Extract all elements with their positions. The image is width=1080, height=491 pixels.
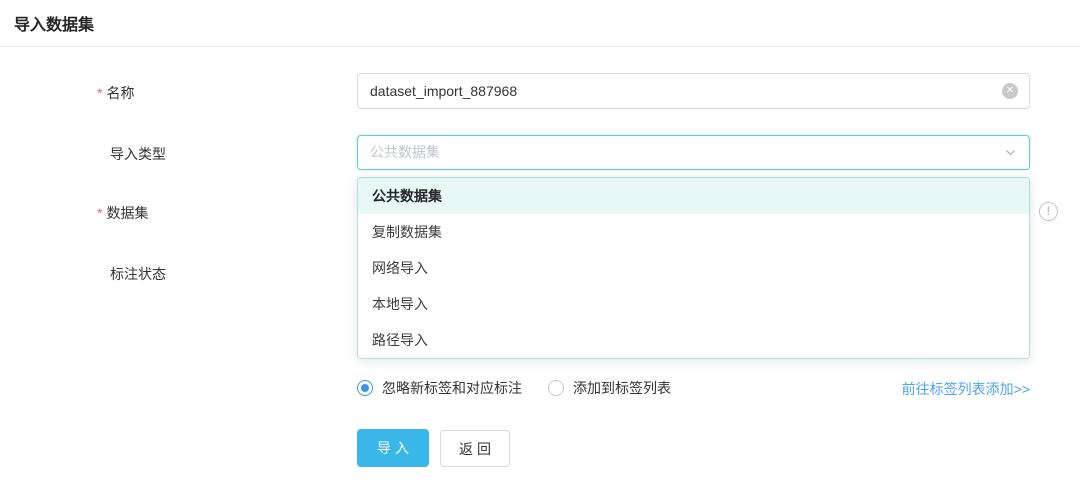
radio-ignore-new-labels[interactable]: 忽略新标签和对应标注 bbox=[357, 378, 522, 398]
clear-input-icon[interactable]: ✕ bbox=[1002, 83, 1018, 99]
import-button[interactable]: 导入 bbox=[357, 429, 429, 467]
dropdown-option-network-import[interactable]: 网络导入 bbox=[358, 250, 1029, 286]
import-type-field-label: 导入类型 bbox=[110, 144, 166, 164]
label-strategy-radio-group: 忽略新标签和对应标注 添加到标签列表 bbox=[357, 378, 697, 398]
radio-add-to-label-list[interactable]: 添加到标签列表 bbox=[548, 378, 671, 398]
back-button[interactable]: 返回 bbox=[440, 430, 510, 467]
name-field-label: *名称 bbox=[97, 83, 134, 103]
dataset-label-text: 数据集 bbox=[106, 205, 148, 221]
chevron-down-icon bbox=[1005, 147, 1016, 158]
required-asterisk: * bbox=[97, 205, 102, 221]
goto-label-list-link[interactable]: 前往标签列表添加>> bbox=[902, 379, 1030, 399]
radio-selected-icon bbox=[357, 380, 373, 396]
dataset-field-label: *数据集 bbox=[97, 203, 148, 223]
annotation-status-field-label: 标注状态 bbox=[110, 264, 166, 284]
radio-unselected-icon bbox=[548, 380, 564, 396]
import-type-label-text: 导入类型 bbox=[110, 146, 166, 162]
import-type-placeholder: 公共数据集 bbox=[370, 136, 440, 169]
name-label-text: 名称 bbox=[106, 85, 134, 101]
import-dataset-page: 导入数据集 *名称 ✕ 导入类型 公共数据集 *数据集 ! 标注状态 公共数据集… bbox=[0, 0, 1080, 491]
dropdown-option-path-import[interactable]: 路径导入 bbox=[358, 322, 1029, 358]
header-divider bbox=[0, 46, 1080, 47]
info-icon[interactable]: ! bbox=[1039, 202, 1058, 221]
dropdown-option-local-import[interactable]: 本地导入 bbox=[358, 286, 1029, 322]
radio-ignore-new-labels-label: 忽略新标签和对应标注 bbox=[382, 378, 522, 398]
radio-add-to-label-list-label: 添加到标签列表 bbox=[573, 378, 671, 398]
name-input-wrap: ✕ bbox=[357, 73, 1030, 109]
annotation-status-label-text: 标注状态 bbox=[110, 266, 166, 282]
page-title: 导入数据集 bbox=[14, 11, 94, 35]
import-type-select[interactable]: 公共数据集 bbox=[357, 135, 1030, 170]
name-input[interactable] bbox=[357, 73, 1030, 109]
dropdown-option-copy-dataset[interactable]: 复制数据集 bbox=[358, 214, 1029, 250]
import-type-dropdown: 公共数据集 复制数据集 网络导入 本地导入 路径导入 bbox=[357, 177, 1030, 359]
dropdown-option-public-dataset[interactable]: 公共数据集 bbox=[358, 178, 1029, 214]
required-asterisk: * bbox=[97, 85, 102, 101]
